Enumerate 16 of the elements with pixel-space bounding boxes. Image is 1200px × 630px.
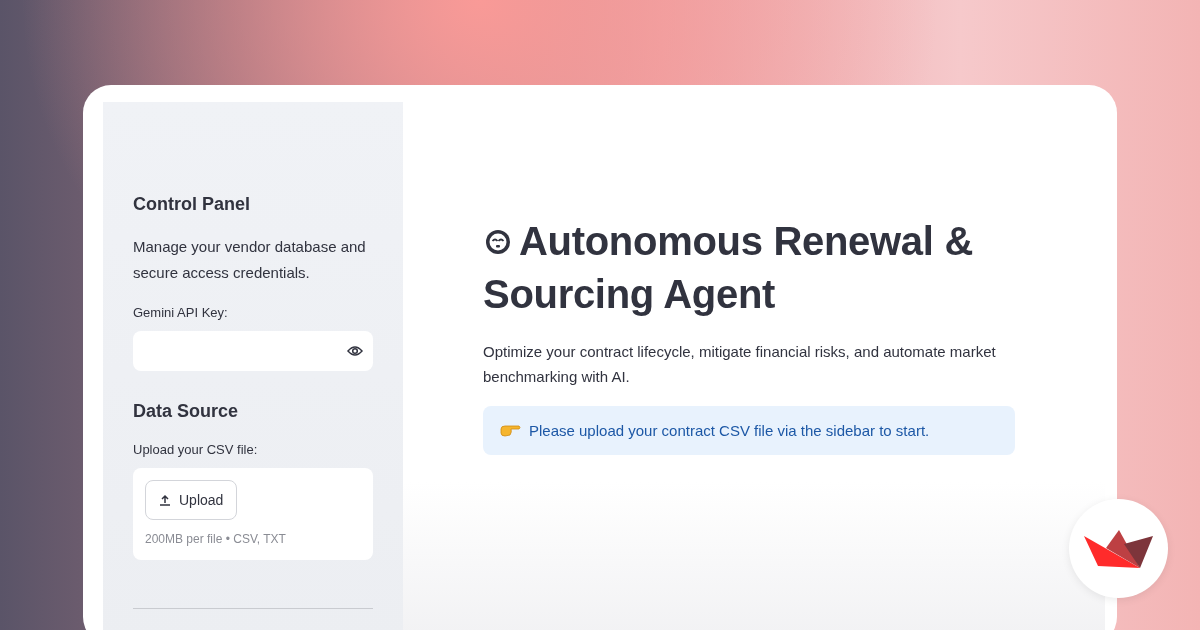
field-label: Upload your CSV file: — [133, 441, 259, 459]
sidebar-heading: Control Panel — [133, 193, 251, 216]
upload-icon — [159, 494, 171, 506]
robot-face-icon — [483, 227, 513, 257]
sidebar-description: Manage your vendor database and secure access credentials. — [133, 237, 367, 283]
sidebar-heading: Data Source — [133, 400, 240, 423]
page-title: Autonomous Renewal & Sourcing Agent — [483, 218, 975, 318]
api-key-field[interactable] — [133, 331, 373, 371]
pointing-hand-icon — [499, 422, 521, 439]
upload-button[interactable]: Upload — [145, 480, 238, 520]
eye-icon[interactable] — [347, 345, 363, 357]
page-description: Optimize your contract lifecycle, mitigate financial risks, and automate market benchmarking with AI. — [483, 342, 997, 387]
field-label: Gemini API Key: — [133, 304, 229, 322]
upload-hint: 200MB per file • CSV, TXT — [145, 532, 287, 546]
boat-logo-icon — [1083, 529, 1154, 568]
info-message: Please upload your contract CSV file via the sidebar to start. — [529, 422, 930, 439]
